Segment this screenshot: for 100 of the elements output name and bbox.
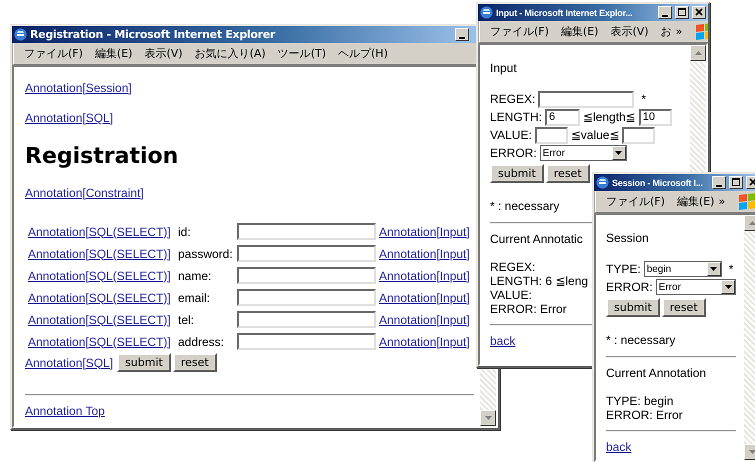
annotation-link[interactable]: Annotation[SQL(SELECT)]: [28, 268, 175, 282]
annotation-line: VALUE:: [490, 288, 532, 302]
input-field[interactable]: [534, 126, 568, 144]
annotation-link[interactable]: Annotation[Input]: [378, 246, 474, 260]
down-arrow-icon: [748, 450, 755, 454]
annotation-link[interactable]: Annotation[SQL(SELECT)]: [28, 290, 175, 304]
field-label: name:: [178, 268, 212, 282]
menu-item[interactable]: ファイル(F): [606, 194, 665, 209]
dropdown[interactable]: Error: [656, 279, 736, 295]
minimize-icon: [716, 185, 722, 187]
back-link[interactable]: back: [490, 334, 516, 348]
up-arrow-icon: [694, 51, 702, 55]
input-field[interactable]: [236, 311, 376, 328]
maximize-icon: [676, 7, 688, 18]
annotation-link[interactable]: Annotation[SQL(SELECT)]: [28, 246, 175, 260]
page-heading: Registration: [25, 144, 180, 170]
menu-item[interactable]: 表示(V): [144, 46, 183, 61]
dropdown-arrow-icon: [710, 267, 718, 271]
close-button[interactable]: [692, 6, 706, 19]
scrollbar[interactable]: [480, 368, 496, 426]
annotation-link[interactable]: Annotation[Input]: [378, 334, 474, 348]
browser-icon: [14, 28, 27, 41]
minimize-icon: [662, 15, 668, 17]
back-link[interactable]: back: [606, 440, 632, 454]
annotation-link[interactable]: Annotation[Input]: [378, 290, 474, 304]
browser-icon: [596, 176, 609, 189]
note-text: * : necessary: [490, 199, 560, 214]
menu-item[interactable]: 編集(E): [676, 194, 714, 209]
input-field[interactable]: [538, 90, 634, 108]
annotation-link[interactable]: Annotation[SQL(SELECT)]: [28, 224, 175, 238]
note-text: * : necessary: [606, 333, 676, 348]
maximize-icon: [730, 177, 742, 188]
input-field[interactable]: [236, 289, 376, 306]
field-label: ERROR:: [490, 146, 537, 160]
menu-item[interactable]: ヘルプ(H): [338, 46, 388, 61]
required-mark: *: [728, 262, 734, 276]
input-field[interactable]: [236, 333, 376, 350]
menu-item[interactable]: ファイル(F): [490, 24, 549, 39]
minimize-button[interactable]: [455, 28, 469, 41]
section-title: Current Annotation: [606, 366, 706, 380]
annotation-link[interactable]: Annotation[Constraint]: [25, 186, 144, 200]
dropdown-arrow-icon: [724, 285, 732, 289]
menu-item[interactable]: お気に入り(A): [194, 46, 266, 61]
more-menu-chevron[interactable]: »: [718, 195, 726, 208]
reset-button[interactable]: reset: [172, 353, 217, 372]
field-label: email:: [178, 290, 211, 304]
annotation-link[interactable]: Annotation[Input]: [378, 312, 474, 326]
window-title: Session - Microsoft I...: [612, 178, 704, 188]
annotation-link[interactable]: Annotation[Input]: [378, 224, 474, 238]
annotation-link[interactable]: Annotation[SQL]: [25, 111, 114, 125]
field-label: LENGTH:: [490, 110, 542, 124]
field-label: VALUE:: [490, 128, 532, 142]
minimize-button[interactable]: [712, 176, 726, 189]
annotation-link[interactable]: Annotation[SQL]: [25, 356, 114, 370]
dropdown[interactable]: Error: [540, 145, 627, 161]
input-field[interactable]: [622, 126, 656, 144]
field-label: ERROR:: [606, 280, 653, 294]
page-heading: Input: [490, 61, 517, 76]
input-field[interactable]: 10: [638, 108, 672, 126]
annotation-link[interactable]: Annotation[Input]: [378, 268, 474, 282]
input-field[interactable]: [236, 223, 376, 240]
up-arrow-icon: [748, 221, 755, 225]
menu-item[interactable]: 編集(E): [560, 24, 598, 39]
required-mark: *: [641, 92, 646, 106]
dropdown-arrow-icon: [615, 151, 622, 155]
annotation-line: ERROR: Error: [606, 408, 683, 422]
submit-button[interactable]: submit: [117, 353, 171, 372]
annotation-line: LENGTH: 6 ≦leng: [490, 274, 588, 288]
field-label: id:: [178, 224, 192, 238]
range-label: ≦length≦: [583, 110, 636, 124]
field-label: REGEX:: [490, 92, 536, 106]
input-field[interactable]: 6: [545, 108, 580, 126]
menu-item[interactable]: ファイル(F): [24, 46, 83, 61]
submit-button[interactable]: submit: [606, 298, 660, 317]
field-label: tel:: [178, 312, 195, 326]
window-title: Registration - Microsoft Internet Explorer: [30, 28, 276, 41]
menu-item[interactable]: 表示(V): [610, 24, 649, 39]
annotation-link[interactable]: Annotation[SQL(SELECT)]: [28, 334, 175, 348]
annotation-line: REGEX:: [490, 260, 536, 274]
reset-button[interactable]: reset: [546, 164, 590, 183]
minimize-button[interactable]: [658, 6, 672, 19]
down-arrow-icon: [484, 416, 492, 420]
input-field[interactable]: [236, 267, 376, 284]
menu-item[interactable]: ツール(T): [278, 46, 326, 61]
dropdown[interactable]: begin: [644, 261, 722, 277]
maximize-button[interactable]: [729, 176, 743, 189]
browser-icon: [480, 6, 493, 19]
more-menu-chevron[interactable]: »: [676, 25, 682, 38]
field-label: password:: [178, 246, 234, 260]
field-label: TYPE:: [606, 262, 641, 276]
maximize-button[interactable]: [675, 6, 689, 19]
annotation-link[interactable]: Annotation[SQL(SELECT)]: [28, 312, 175, 326]
input-field[interactable]: [236, 245, 376, 262]
menu-item[interactable]: お: [660, 24, 672, 39]
menu-item[interactable]: 編集(E): [94, 46, 132, 61]
annotation-link[interactable]: Annotation[Session]: [25, 81, 132, 95]
annotation-link[interactable]: Annotation Top: [25, 404, 105, 418]
annotation-line: TYPE: begin: [606, 394, 674, 408]
reset-button[interactable]: reset: [662, 298, 706, 317]
submit-button[interactable]: submit: [490, 164, 544, 183]
